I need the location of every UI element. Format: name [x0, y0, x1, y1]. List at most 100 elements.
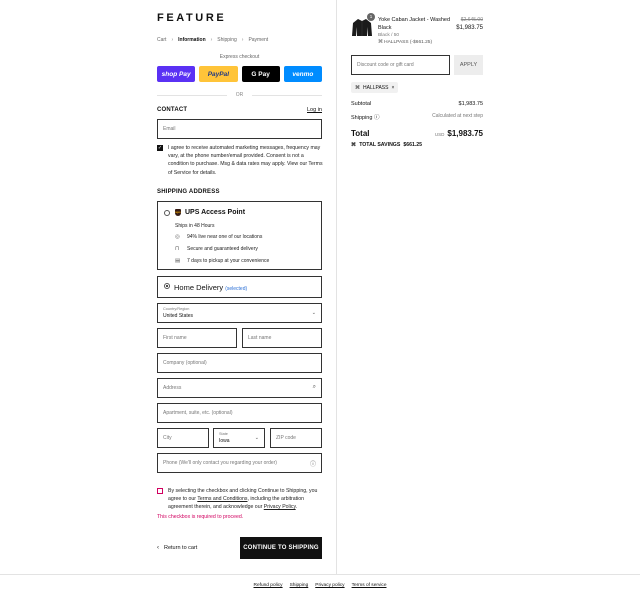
apply-button[interactable]: APPLY [454, 55, 483, 75]
total-label: Total [351, 129, 370, 138]
country-select[interactable]: Country/Region United States ⌄ [157, 303, 322, 323]
ups-subtitle: Ships in 48 Hours [175, 223, 215, 229]
paypal-button[interactable]: PayPal [199, 66, 238, 82]
breadcrumb-cart[interactable]: Cart [157, 37, 166, 43]
zip-placeholder: ZIP code [276, 435, 296, 441]
state-value: Iowa [219, 438, 230, 444]
return-to-cart-label: Return to cart [164, 545, 198, 551]
quantity-badge: 1 [367, 13, 375, 21]
discount-placeholder: Discount code or gift card [357, 62, 414, 68]
chevron-down-icon: ⌄ [254, 435, 259, 441]
express-checkout-label: Express checkout [219, 54, 260, 60]
column-divider [336, 0, 337, 574]
terms-text: By selecting the checkbox and clicking C… [168, 487, 323, 512]
product-price: $1,983.75 [456, 25, 483, 31]
contact-heading: CONTACT [157, 107, 188, 113]
ups-logo-icon: ups [175, 209, 181, 216]
company-placeholder: Company (optional) [163, 360, 207, 366]
email-field[interactable]: Email [157, 119, 322, 139]
product-name: Yoke Caban Jacket - Washed Black [378, 17, 451, 31]
privacy-policy-link[interactable]: Privacy policy [315, 583, 344, 588]
company-field[interactable]: Company (optional) [157, 353, 322, 373]
total-row: Total USD $1,983.75 [351, 129, 483, 138]
venmo-button[interactable]: venmo [283, 66, 322, 82]
product-discount-label: HALLPASS (-$661.25) [384, 40, 433, 45]
footer-links: Refund policy Shipping Privacy policy Te… [0, 583, 640, 588]
home-delivery-title: Home Delivery (selected) [174, 283, 247, 292]
search-icon: ⌕ [312, 384, 316, 390]
product-variant: Black / 50 [378, 33, 400, 38]
breadcrumb-payment: Payment [248, 37, 269, 43]
original-price: $2,645.00 [460, 17, 483, 23]
continue-to-shipping-button[interactable]: CONTINUE TO SHIPPING [240, 537, 322, 559]
help-icon[interactable]: ⓘ [374, 115, 380, 121]
shipping-label-wrap: Shipping ⓘ [351, 113, 379, 121]
calendar-icon: ▤ [175, 258, 181, 264]
ups-title: UPS Access Point [185, 209, 246, 216]
home-delivery-option[interactable]: Home Delivery (selected) [157, 276, 322, 298]
login-link[interactable]: Log in [307, 107, 322, 113]
currency-label: USD [434, 132, 445, 137]
ups-feature-text: 94% live near one of our locations [187, 234, 263, 240]
breadcrumb-information: Information [178, 37, 206, 43]
address-placeholder: Address [163, 385, 182, 391]
total-value-wrap: USD $1,983.75 [435, 129, 483, 138]
city-field[interactable]: City [157, 428, 209, 448]
express-buttons: shop Pay PayPal G Pay venmo [157, 66, 322, 82]
or-divider: OR [157, 92, 322, 98]
tag-icon: ⌘ [378, 40, 383, 45]
terms-text-part: . [295, 504, 298, 511]
first-name-placeholder: First name [163, 335, 187, 341]
terms-link[interactable]: Terms and Conditions [197, 496, 247, 502]
breadcrumb: Cart › Information › Shipping › Payment [157, 37, 268, 43]
breadcrumb-shipping: Shipping [217, 37, 237, 43]
ups-radio[interactable] [164, 210, 170, 216]
terms-of-service-link[interactable]: Terms of service [352, 583, 387, 588]
home-delivery-label: Home Delivery [174, 283, 224, 292]
google-pay-button[interactable]: G Pay [241, 66, 280, 82]
return-to-cart-link[interactable]: ‹ Return to cart [157, 545, 197, 551]
total-value: $1,983.75 [447, 129, 483, 138]
home-delivery-radio[interactable] [164, 283, 170, 289]
refund-policy-link[interactable]: Refund policy [254, 583, 283, 588]
shipping-policy-link[interactable]: Shipping [290, 583, 309, 588]
last-name-field[interactable]: Last name [242, 328, 322, 348]
shipping-row: Shipping ⓘ Calculated at next step [351, 113, 483, 121]
savings-label: TOTAL SAVINGS [359, 142, 401, 148]
country-label: Country/Region [163, 307, 190, 311]
chevron-down-icon: ⌄ [311, 310, 316, 316]
discount-code-field[interactable]: Discount code or gift card [351, 55, 450, 75]
country-value: United States [163, 313, 194, 319]
footer-divider [0, 574, 640, 575]
address-field[interactable]: Address ⌕ [157, 378, 322, 398]
state-select[interactable]: State Iowa ⌄ [213, 428, 265, 448]
help-icon[interactable]: ⓘ [310, 459, 316, 468]
marketing-consent-text: I agree to receive automated marketing m… [168, 145, 323, 176]
tag-icon: ⌘ [355, 84, 360, 91]
ups-feature: ◎ 94% live near one of our locations [175, 234, 262, 240]
state-label: State [219, 432, 228, 436]
shipping-value: Calculated at next step [432, 113, 483, 119]
apartment-placeholder: Apartment, suite, etc. (optional) [163, 410, 233, 416]
privacy-link[interactable]: Privacy Policy [264, 504, 296, 510]
phone-placeholder: Phone (We'll only contact you regarding … [163, 460, 277, 466]
lock-icon: ⊓ [175, 246, 180, 252]
apartment-field[interactable]: Apartment, suite, etc. (optional) [157, 403, 322, 423]
zip-field[interactable]: ZIP code [270, 428, 322, 448]
first-name-field[interactable]: First name [157, 328, 237, 348]
subtotal-label: Subtotal [351, 101, 372, 107]
city-placeholder: City [163, 435, 172, 441]
brand-logo[interactable]: FEATURE [157, 12, 226, 24]
close-icon[interactable]: × [391, 85, 394, 91]
chevron-right-icon: › [241, 37, 244, 43]
ups-feature-text: Secure and guaranteed delivery [187, 246, 258, 252]
marketing-checkbox[interactable]: ✓ [157, 145, 163, 151]
ups-feature: ⊓ Secure and guaranteed delivery [175, 246, 258, 252]
phone-field[interactable]: Phone (We'll only contact you regarding … [157, 453, 322, 473]
product-discount: ⌘ HALLPASS (-$661.25) [378, 40, 432, 45]
terms-checkbox[interactable] [157, 488, 163, 494]
shop-pay-button[interactable]: shop Pay [157, 66, 196, 82]
ups-access-point-option[interactable]: ups UPS Access Point Ships in 48 Hours ◎… [157, 201, 322, 270]
chevron-left-icon: ‹ [157, 545, 159, 551]
tag-icon: ⌘ [351, 142, 357, 148]
